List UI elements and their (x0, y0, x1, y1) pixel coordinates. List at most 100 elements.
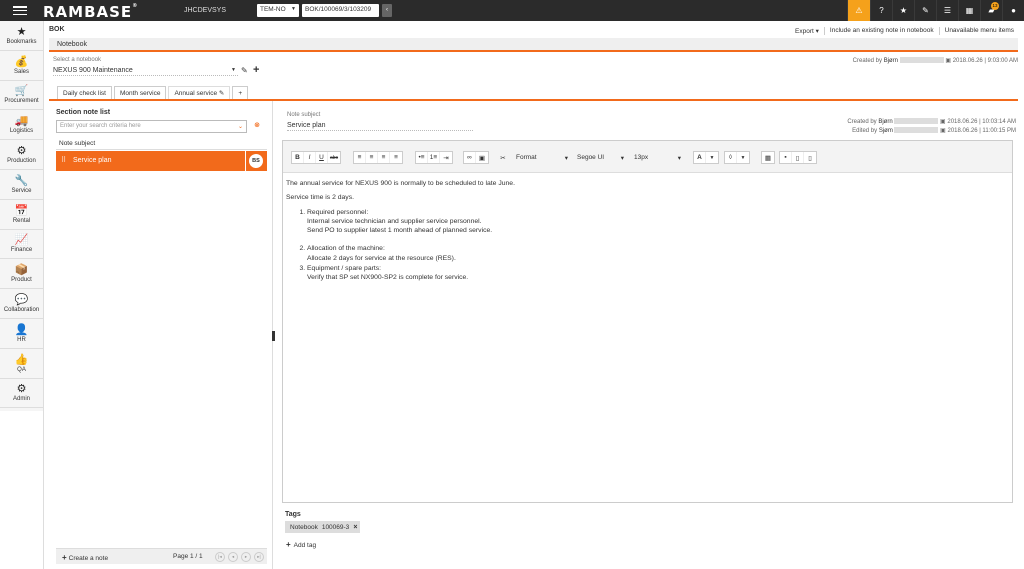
underline-icon[interactable]: U (316, 152, 328, 163)
section-title: Section note list (56, 109, 111, 116)
edit-notebook-icon[interactable]: ✎ (241, 66, 248, 75)
alert-icon[interactable]: ⚠ (847, 0, 870, 21)
nav-item-rental[interactable]: 📅 Rental (0, 200, 43, 230)
indent-icon[interactable]: ⇥ (440, 152, 452, 163)
star-icon[interactable]: ★ (892, 0, 914, 21)
font-select[interactable]: Segoe UI ▾ (573, 151, 628, 164)
first-page-icon[interactable]: |◂ (215, 552, 225, 562)
next-page-icon[interactable]: ▸ (241, 552, 251, 562)
tab-annual-service[interactable]: Annual service ✎ (168, 86, 231, 100)
create-note-button[interactable]: + Create a note (62, 553, 108, 562)
nav-item-logistics[interactable]: 🚚 Logistics (0, 110, 43, 141)
list-item: Equipment / spare parts: Verify that SP … (307, 264, 1006, 283)
rental-icon: 📅 (14, 204, 29, 217)
chevron-down-icon[interactable]: ▼ (737, 152, 749, 163)
nav-item-product[interactable]: 📦 Product (0, 259, 43, 290)
remove-tag-icon[interactable]: × (353, 524, 357, 531)
save-icon[interactable]: ▪ (780, 152, 792, 163)
add-tab-button[interactable]: + (232, 86, 249, 100)
search-input[interactable]: BOK/100069/3/103209 (302, 4, 379, 17)
nav-item-service[interactable]: 🔧 Service (0, 170, 43, 200)
system-name: JHCDEVSYS (184, 7, 227, 14)
tab-month-service[interactable]: Month service (113, 86, 167, 100)
fill-color-icon[interactable]: ◊ (725, 152, 737, 163)
nav-item-label: Rental (12, 217, 31, 224)
tab-daily-check-list[interactable]: Daily check list (57, 86, 112, 100)
note-content[interactable]: The annual service for NEXUS 900 is norm… (286, 179, 1006, 284)
nav-item-hr[interactable]: 👤 HR (0, 319, 43, 349)
finance-icon: 📈 (14, 234, 29, 247)
clear-filter-icon[interactable]: ⊗ (252, 121, 262, 131)
note-created-by: Created by Bjørn ▣ 2018.06.26 | 10:03:14… (847, 118, 1016, 125)
resize-handle[interactable] (272, 331, 275, 341)
add-notebook-button[interactable]: + (253, 64, 259, 76)
pencil-icon[interactable]: ✎ (219, 90, 224, 97)
list-item: Required personnel: Internal service tec… (307, 208, 1006, 236)
document-icon[interactable]: ▯ (804, 152, 816, 163)
menu-icon[interactable] (13, 4, 27, 17)
search-go-button[interactable]: ‹ (382, 4, 392, 17)
nav-item-collaboration[interactable]: 💬 Collaboration (0, 289, 43, 319)
qa-icon: 👍 (14, 353, 29, 366)
editor-toolbar: B I U abc ≡ ≡ ≡ ≡ •≡ 1≡ ⇥ ∞ ▣ ✂ Format ▾ … (283, 141, 1012, 173)
pager-buttons: |◂ ◂ ▸ ▸| (215, 552, 264, 562)
link-icon[interactable]: ∞ (464, 152, 476, 163)
help-icon[interactable]: ? (870, 0, 892, 21)
size-select[interactable]: 13px ▾ (630, 151, 685, 164)
production-icon: ⚙ (16, 145, 27, 158)
nav-item-label: Service (11, 187, 32, 194)
numbered-list-icon[interactable]: 1≡ (428, 152, 440, 163)
user-icon[interactable]: ● (1002, 0, 1024, 21)
chevron-down-icon: ▼ (231, 67, 236, 73)
table-icon[interactable]: ▦ (762, 152, 774, 163)
strikethrough-icon[interactable]: abc (328, 152, 340, 163)
note-editor[interactable]: B I U abc ≡ ≡ ≡ ≡ •≡ 1≡ ⇥ ∞ ▣ ✂ Format ▾ … (282, 140, 1013, 503)
text-color-icon[interactable]: A (694, 152, 706, 163)
format-select[interactable]: Format ▾ (512, 151, 572, 164)
italic-icon[interactable]: I (304, 152, 316, 163)
align-justify-icon[interactable]: ≡ (390, 152, 402, 163)
list-icon[interactable]: ☰ (936, 0, 958, 21)
section-search-input[interactable]: Enter your search criteria here ⌄ (56, 120, 247, 133)
add-tag-button[interactable]: + Add tag (286, 540, 316, 549)
nav-item-sales[interactable]: 💰 Sales (0, 51, 43, 81)
include-note-button[interactable]: Include an existing note in notebook (823, 27, 939, 35)
list-group: •≡ 1≡ ⇥ (415, 151, 453, 164)
calendar-icon[interactable]: ▦ (958, 0, 980, 21)
align-left-icon[interactable]: ≡ (354, 152, 366, 163)
note-subject-field[interactable]: Service plan (287, 122, 473, 131)
image-icon[interactable]: ▣ (476, 152, 488, 163)
table-row[interactable]: ⠿ Service plan BS (56, 151, 267, 171)
nav-item-bookmarks[interactable]: ★ Bookmarks (0, 21, 43, 51)
tag-icon[interactable]: ✎ (914, 0, 936, 21)
nav-item-qa[interactable]: 👍 QA (0, 349, 43, 379)
nav-item-procurement[interactable]: 🛒 Procurement (0, 81, 43, 111)
drag-handle-icon[interactable]: ⠿ (61, 156, 66, 164)
align-center-icon[interactable]: ≡ (366, 152, 378, 163)
tab-notebook[interactable]: Notebook (57, 41, 87, 48)
last-page-icon[interactable]: ▸| (254, 552, 264, 562)
clear-format-icon[interactable]: ✂ (496, 151, 510, 164)
product-icon: 📦 (14, 264, 29, 277)
prev-page-icon[interactable]: ◂ (228, 552, 238, 562)
nav-item-production[interactable]: ⚙ Production (0, 140, 43, 170)
app-logo[interactable]: RAMBASE® (43, 3, 138, 21)
bold-icon[interactable]: B (292, 152, 304, 163)
tags-label: Tags (285, 511, 301, 518)
pdf-icon[interactable]: ▯ (792, 152, 804, 163)
nav-item-admin[interactable]: ⚙ Admin (0, 379, 43, 409)
notebook-select[interactable]: NEXUS 900 Maintenance ▼ (53, 67, 238, 76)
inbox-icon[interactable]: ▰ 13 (980, 0, 1002, 21)
column-header-note-subject[interactable]: Note subject (56, 137, 267, 150)
content-paragraph: Service time is 2 days. (286, 194, 354, 202)
content-list: Required personnel: Internal service tec… (302, 208, 1006, 283)
export-button[interactable]: Export ▾ (790, 27, 824, 35)
chevron-down-icon[interactable]: ⌄ (238, 123, 243, 130)
tag-chip[interactable]: Notebook 100069-3 × (285, 521, 361, 533)
nav-item-finance[interactable]: 📈 Finance (0, 230, 43, 260)
align-right-icon[interactable]: ≡ (378, 152, 390, 163)
bullet-list-icon[interactable]: •≡ (416, 152, 428, 163)
unavailable-menu-button[interactable]: Unavailable menu items (938, 27, 1019, 35)
chevron-down-icon[interactable]: ▼ (706, 152, 718, 163)
company-select[interactable]: TEM-NO ▼ (257, 4, 299, 17)
